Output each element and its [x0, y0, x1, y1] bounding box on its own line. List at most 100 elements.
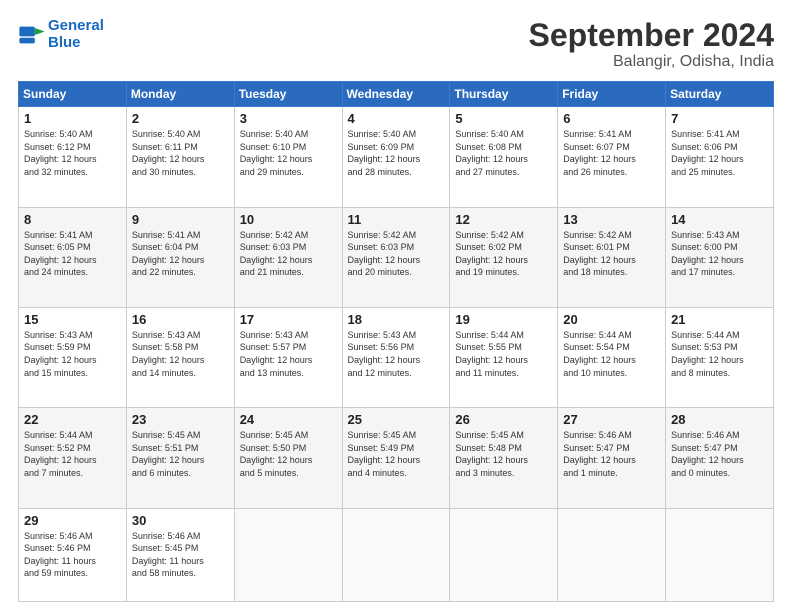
- day-info: Sunrise: 5:42 AM Sunset: 6:03 PM Dayligh…: [348, 229, 445, 279]
- day-info: Sunrise: 5:43 AM Sunset: 5:58 PM Dayligh…: [132, 329, 229, 379]
- table-row: 17 Sunrise: 5:43 AM Sunset: 5:57 PM Dayli…: [234, 307, 342, 407]
- day-info: Sunrise: 5:44 AM Sunset: 5:53 PM Dayligh…: [671, 329, 768, 379]
- table-row: 20 Sunrise: 5:44 AM Sunset: 5:54 PM Dayli…: [558, 307, 666, 407]
- day-number: 27: [563, 412, 660, 427]
- day-number: 4: [348, 111, 445, 126]
- table-row: 24 Sunrise: 5:45 AM Sunset: 5:50 PM Dayli…: [234, 408, 342, 508]
- day-info: Sunrise: 5:45 AM Sunset: 5:50 PM Dayligh…: [240, 429, 337, 479]
- day-info: Sunrise: 5:46 AM Sunset: 5:45 PM Dayligh…: [132, 530, 229, 580]
- table-row: 10 Sunrise: 5:42 AM Sunset: 6:03 PM Dayli…: [234, 207, 342, 307]
- day-info: Sunrise: 5:42 AM Sunset: 6:02 PM Dayligh…: [455, 229, 552, 279]
- day-number: 1: [24, 111, 121, 126]
- col-thursday: Thursday: [450, 82, 558, 107]
- table-row: 16 Sunrise: 5:43 AM Sunset: 5:58 PM Dayli…: [126, 307, 234, 407]
- location-title: Balangir, Odisha, India: [529, 53, 774, 71]
- table-row: 27 Sunrise: 5:46 AM Sunset: 5:47 PM Dayli…: [558, 408, 666, 508]
- day-number: 20: [563, 312, 660, 327]
- table-row: 14 Sunrise: 5:43 AM Sunset: 6:00 PM Dayli…: [666, 207, 774, 307]
- table-row: 30 Sunrise: 5:46 AM Sunset: 5:45 PM Dayli…: [126, 508, 234, 602]
- month-title: September 2024: [529, 18, 774, 53]
- day-info: Sunrise: 5:40 AM Sunset: 6:08 PM Dayligh…: [455, 128, 552, 178]
- day-number: 26: [455, 412, 552, 427]
- day-info: Sunrise: 5:43 AM Sunset: 5:57 PM Dayligh…: [240, 329, 337, 379]
- header: General Blue September 2024 Balangir, Od…: [18, 18, 774, 71]
- day-number: 5: [455, 111, 552, 126]
- table-row: 12 Sunrise: 5:42 AM Sunset: 6:02 PM Dayli…: [450, 207, 558, 307]
- day-number: 30: [132, 513, 229, 528]
- logo-icon: [18, 21, 46, 49]
- table-row: 3 Sunrise: 5:40 AM Sunset: 6:10 PM Daylig…: [234, 107, 342, 207]
- day-info: Sunrise: 5:46 AM Sunset: 5:47 PM Dayligh…: [563, 429, 660, 479]
- col-monday: Monday: [126, 82, 234, 107]
- table-row: 26Sunrise: 5:45 AM Sunset: 5:48 PM Dayli…: [450, 408, 558, 508]
- logo: General Blue: [18, 18, 104, 51]
- day-number: 22: [24, 412, 121, 427]
- day-number: 19: [455, 312, 552, 327]
- table-row: 25Sunrise: 5:45 AM Sunset: 5:49 PM Dayli…: [342, 408, 450, 508]
- day-number: 28: [671, 412, 768, 427]
- day-number: 15: [24, 312, 121, 327]
- title-block: September 2024 Balangir, Odisha, India: [529, 18, 774, 71]
- calendar-table: Sunday Monday Tuesday Wednesday Thursday…: [18, 81, 774, 602]
- day-number: 6: [563, 111, 660, 126]
- page: General Blue September 2024 Balangir, Od…: [0, 0, 792, 612]
- day-info: Sunrise: 5:40 AM Sunset: 6:12 PM Dayligh…: [24, 128, 121, 178]
- day-info: Sunrise: 5:43 AM Sunset: 5:59 PM Dayligh…: [24, 329, 121, 379]
- day-number: 11: [348, 212, 445, 227]
- table-row: 13 Sunrise: 5:42 AM Sunset: 6:01 PM Dayli…: [558, 207, 666, 307]
- day-number: 16: [132, 312, 229, 327]
- day-number: 12: [455, 212, 552, 227]
- day-info: Sunrise: 5:41 AM Sunset: 6:05 PM Dayligh…: [24, 229, 121, 279]
- table-row: 1 Sunrise: 5:40 AM Sunset: 6:12 PM Daylig…: [19, 107, 127, 207]
- day-info: Sunrise: 5:44 AM Sunset: 5:54 PM Dayligh…: [563, 329, 660, 379]
- day-number: 10: [240, 212, 337, 227]
- table-row: 11 Sunrise: 5:42 AM Sunset: 6:03 PM Dayli…: [342, 207, 450, 307]
- day-info: Sunrise: 5:40 AM Sunset: 6:10 PM Dayligh…: [240, 128, 337, 178]
- table-row: 29Sunrise: 5:46 AM Sunset: 5:46 PM Dayli…: [19, 508, 127, 602]
- day-info: Sunrise: 5:42 AM Sunset: 6:01 PM Dayligh…: [563, 229, 660, 279]
- day-info: Sunrise: 5:46 AM Sunset: 5:47 PM Dayligh…: [671, 429, 768, 479]
- day-number: 14: [671, 212, 768, 227]
- table-row: 8 Sunrise: 5:41 AM Sunset: 6:05 PM Daylig…: [19, 207, 127, 307]
- table-row: 6 Sunrise: 5:41 AM Sunset: 6:07 PM Daylig…: [558, 107, 666, 207]
- day-number: 25: [348, 412, 445, 427]
- logo-line1: General: [48, 17, 104, 34]
- col-saturday: Saturday: [666, 82, 774, 107]
- col-sunday: Sunday: [19, 82, 127, 107]
- table-row: 15 Sunrise: 5:43 AM Sunset: 5:59 PM Dayli…: [19, 307, 127, 407]
- day-info: Sunrise: 5:42 AM Sunset: 6:03 PM Dayligh…: [240, 229, 337, 279]
- day-number: 18: [348, 312, 445, 327]
- table-row: 4 Sunrise: 5:40 AM Sunset: 6:09 PM Daylig…: [342, 107, 450, 207]
- day-info: Sunrise: 5:40 AM Sunset: 6:11 PM Dayligh…: [132, 128, 229, 178]
- day-number: 7: [671, 111, 768, 126]
- day-number: 24: [240, 412, 337, 427]
- col-tuesday: Tuesday: [234, 82, 342, 107]
- day-info: Sunrise: 5:41 AM Sunset: 6:07 PM Dayligh…: [563, 128, 660, 178]
- day-info: Sunrise: 5:46 AM Sunset: 5:46 PM Dayligh…: [24, 530, 121, 580]
- day-info: Sunrise: 5:43 AM Sunset: 6:00 PM Dayligh…: [671, 229, 768, 279]
- day-info: Sunrise: 5:40 AM Sunset: 6:09 PM Dayligh…: [348, 128, 445, 178]
- day-number: 3: [240, 111, 337, 126]
- table-row: 21Sunrise: 5:44 AM Sunset: 5:53 PM Dayli…: [666, 307, 774, 407]
- calendar-header-row: Sunday Monday Tuesday Wednesday Thursday…: [19, 82, 774, 107]
- day-info: Sunrise: 5:41 AM Sunset: 6:06 PM Dayligh…: [671, 128, 768, 178]
- day-info: Sunrise: 5:44 AM Sunset: 5:55 PM Dayligh…: [455, 329, 552, 379]
- col-wednesday: Wednesday: [342, 82, 450, 107]
- table-row: 19 Sunrise: 5:44 AM Sunset: 5:55 PM Dayli…: [450, 307, 558, 407]
- day-info: Sunrise: 5:45 AM Sunset: 5:51 PM Dayligh…: [132, 429, 229, 479]
- table-row: 9Sunrise: 5:41 AM Sunset: 6:04 PM Daylig…: [126, 207, 234, 307]
- table-row: 22 Sunrise: 5:44 AM Sunset: 5:52 PM Dayli…: [19, 408, 127, 508]
- table-row: [666, 508, 774, 602]
- day-info: Sunrise: 5:44 AM Sunset: 5:52 PM Dayligh…: [24, 429, 121, 479]
- day-number: 8: [24, 212, 121, 227]
- day-number: 9: [132, 212, 229, 227]
- table-row: [558, 508, 666, 602]
- table-row: 18 Sunrise: 5:43 AM Sunset: 5:56 PM Dayli…: [342, 307, 450, 407]
- table-row: [450, 508, 558, 602]
- day-number: 17: [240, 312, 337, 327]
- logo-text: General Blue: [48, 18, 104, 51]
- day-number: 13: [563, 212, 660, 227]
- table-row: 28 Sunrise: 5:46 AM Sunset: 5:47 PM Dayli…: [666, 408, 774, 508]
- day-info: Sunrise: 5:43 AM Sunset: 5:56 PM Dayligh…: [348, 329, 445, 379]
- table-row: [234, 508, 342, 602]
